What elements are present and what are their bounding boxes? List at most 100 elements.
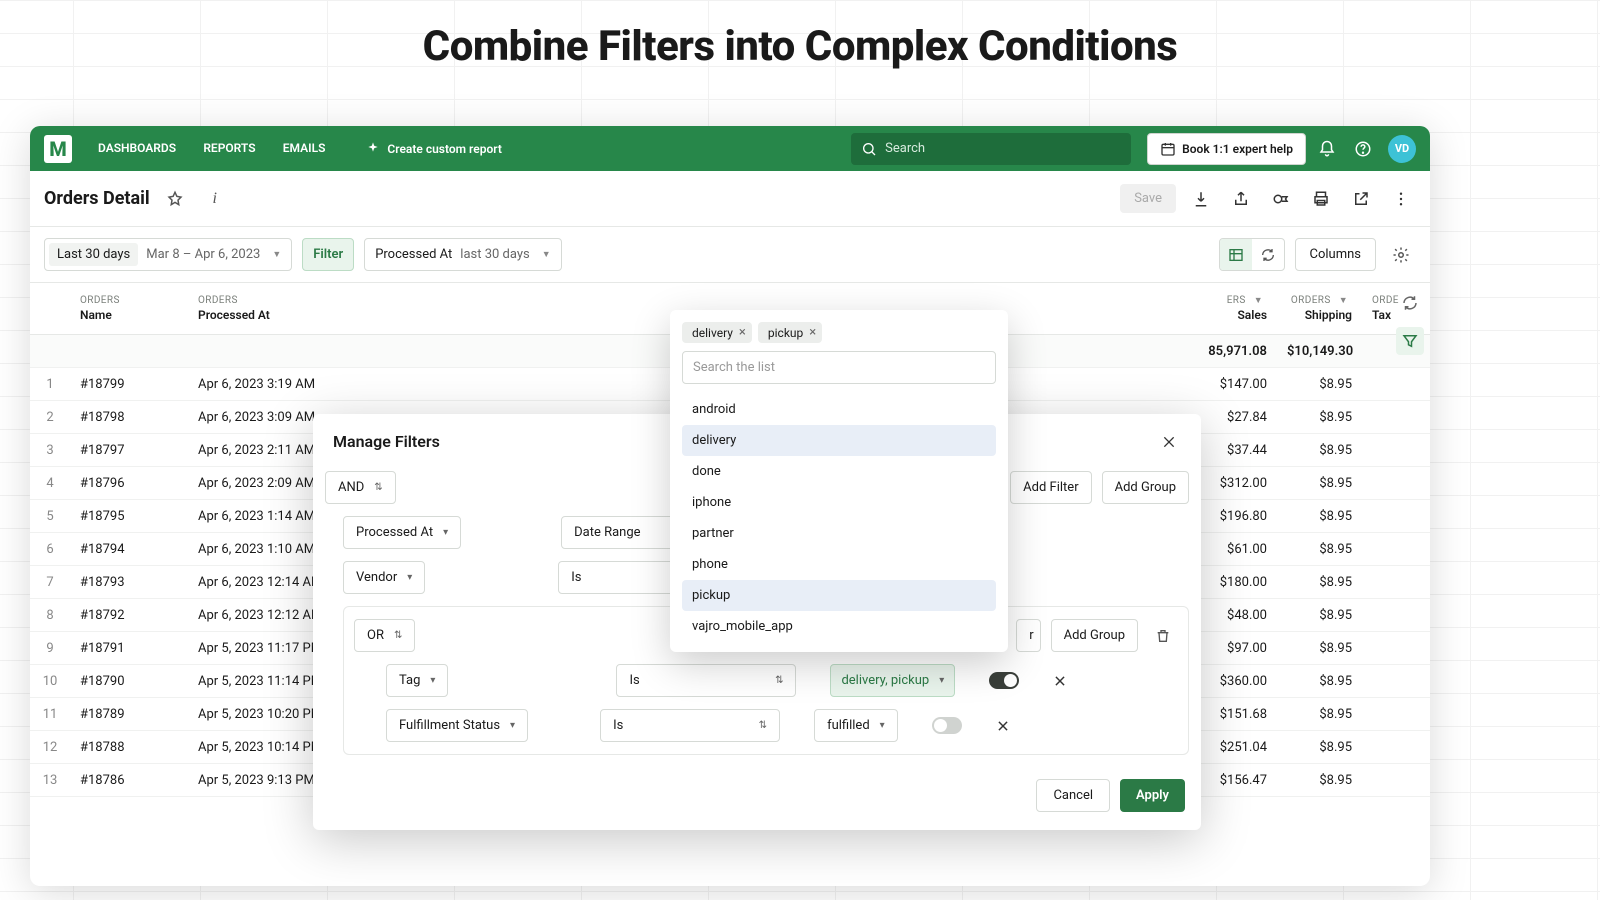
filter-op-is-fulfillment[interactable]: Is: [600, 709, 780, 742]
create-report-label: Create custom report: [387, 142, 501, 156]
download-button[interactable]: [1186, 184, 1216, 214]
option-iphone[interactable]: iphone: [682, 487, 996, 518]
col-name[interactable]: Name: [80, 308, 178, 322]
filter-value-fulfilled[interactable]: fulfilled: [814, 709, 898, 742]
nav-dashboards[interactable]: DASHBOARDS: [86, 131, 188, 165]
delete-group-button[interactable]: [1148, 621, 1178, 651]
nested-add-filter-button[interactable]: r: [1016, 619, 1040, 652]
close-icon: [1053, 674, 1067, 688]
trash-icon: [1155, 628, 1171, 644]
nested-add-group-button[interactable]: Add Group: [1051, 619, 1138, 652]
view-toggle: [1219, 238, 1285, 271]
toolbar: Last 30 days Mar 8 – Apr 6, 2023 ▼ Filte…: [30, 227, 1430, 283]
page-title: Orders Detail: [44, 188, 150, 209]
add-filter-button[interactable]: Add Filter: [1010, 471, 1091, 504]
filter-field-fulfillment[interactable]: Fulfillment Status: [386, 709, 528, 742]
fulfillment-filter-toggle[interactable]: [932, 717, 962, 734]
user-avatar[interactable]: VD: [1388, 135, 1416, 163]
info-icon: i: [212, 190, 216, 208]
logic-and-select[interactable]: AND: [325, 471, 396, 504]
col-net-sales[interactable]: Sales: [1185, 308, 1267, 322]
filter-field-tag[interactable]: Tag: [386, 664, 448, 697]
option-partner[interactable]: partner: [682, 518, 996, 549]
remove-fulfillment-filter-button[interactable]: [992, 719, 1014, 733]
app-window: M DASHBOARDS REPORTS EMAILS Create custo…: [30, 126, 1430, 886]
option-phone[interactable]: phone: [682, 549, 996, 580]
row-ship: $8.95: [1277, 740, 1362, 755]
filter-op-is-vendor[interactable]: Is: [558, 561, 678, 594]
logic-or-select[interactable]: OR: [354, 619, 415, 652]
row-index: 13: [30, 773, 70, 788]
view-refresh-button[interactable]: [1252, 239, 1284, 270]
row-index: 11: [30, 707, 70, 722]
col-group: ORDERS: [80, 295, 178, 306]
modal-close-button[interactable]: [1157, 434, 1181, 450]
logo[interactable]: M: [44, 135, 72, 163]
open-external-button[interactable]: [1346, 184, 1376, 214]
filter-button[interactable]: Filter: [302, 238, 354, 271]
side-rail: [1390, 283, 1430, 355]
info-button[interactable]: i: [200, 184, 230, 214]
search-icon: [861, 141, 877, 157]
filter-field-processed[interactable]: Processed At: [343, 516, 461, 549]
search-box[interactable]: [851, 133, 1131, 165]
row-name: #18792: [70, 608, 188, 623]
help-icon: [1354, 140, 1372, 158]
row-name: #18786: [70, 773, 188, 788]
settings-button[interactable]: [1386, 240, 1416, 270]
option-pickup[interactable]: pickup: [682, 580, 996, 611]
option-done[interactable]: done: [682, 456, 996, 487]
tag-filter-toggle[interactable]: [989, 672, 1019, 689]
row-name: #18795: [70, 509, 188, 524]
star-icon: [166, 190, 184, 208]
share-button[interactable]: [1226, 184, 1256, 214]
more-button[interactable]: [1386, 184, 1416, 214]
view-table-button[interactable]: [1220, 239, 1252, 270]
rail-refresh-button[interactable]: [1396, 289, 1424, 317]
cancel-button[interactable]: Cancel: [1036, 779, 1110, 812]
filter-field-vendor[interactable]: Vendor: [343, 561, 425, 594]
notifications-button[interactable]: [1312, 134, 1342, 164]
remove-token-delivery[interactable]: ×: [739, 325, 746, 340]
processed-filter-chip[interactable]: Processed At last 30 days ▼: [364, 238, 561, 271]
option-vajro_mobile_app[interactable]: vajro_mobile_app: [682, 611, 996, 642]
filter-value-tags[interactable]: delivery, pickup: [830, 664, 955, 697]
bell-icon: [1318, 140, 1336, 158]
more-icon: [1392, 190, 1410, 208]
row-index: 8: [30, 608, 70, 623]
apply-button[interactable]: Apply: [1120, 779, 1185, 812]
help-button[interactable]: [1348, 134, 1378, 164]
option-delivery[interactable]: delivery: [682, 425, 996, 456]
filter-op-date-range[interactable]: Date Range: [561, 516, 681, 549]
nav-emails[interactable]: EMAILS: [271, 131, 338, 165]
row-ship: $8.95: [1277, 509, 1362, 524]
search-input[interactable]: [885, 141, 1121, 156]
row-name: #18796: [70, 476, 188, 491]
rail-filter-button[interactable]: [1396, 327, 1424, 355]
add-group-button[interactable]: Add Group: [1102, 471, 1189, 504]
nav-reports[interactable]: REPORTS: [191, 131, 267, 165]
date-range-chip[interactable]: Last 30 days Mar 8 – Apr 6, 2023 ▼: [44, 238, 292, 271]
selected-tokens: delivery× pickup×: [682, 322, 996, 343]
row-index: 10: [30, 674, 70, 689]
save-button[interactable]: Save: [1120, 184, 1176, 213]
popover-search-input[interactable]: [682, 351, 996, 384]
schedule-button[interactable]: [1266, 184, 1296, 214]
option-android[interactable]: android: [682, 394, 996, 425]
create-report-button[interactable]: Create custom report: [365, 141, 501, 157]
col-processed[interactable]: Processed At: [198, 308, 436, 322]
col-shipping[interactable]: Shipping: [1287, 308, 1352, 322]
row-name: #18798: [70, 410, 188, 425]
main-nav: DASHBOARDS REPORTS EMAILS: [86, 141, 337, 156]
filter-op-is-tag[interactable]: Is: [616, 664, 796, 697]
favorite-button[interactable]: [160, 184, 190, 214]
row-ship: $8.95: [1277, 608, 1362, 623]
book-help-button[interactable]: Book 1:1 expert help: [1147, 133, 1306, 165]
remove-token-pickup[interactable]: ×: [809, 325, 816, 340]
row-ship: $8.95: [1277, 410, 1362, 425]
token-pickup: pickup×: [758, 322, 822, 343]
row-index: 5: [30, 509, 70, 524]
remove-tag-filter-button[interactable]: [1049, 674, 1071, 688]
print-button[interactable]: [1306, 184, 1336, 214]
columns-button[interactable]: Columns: [1295, 238, 1377, 271]
